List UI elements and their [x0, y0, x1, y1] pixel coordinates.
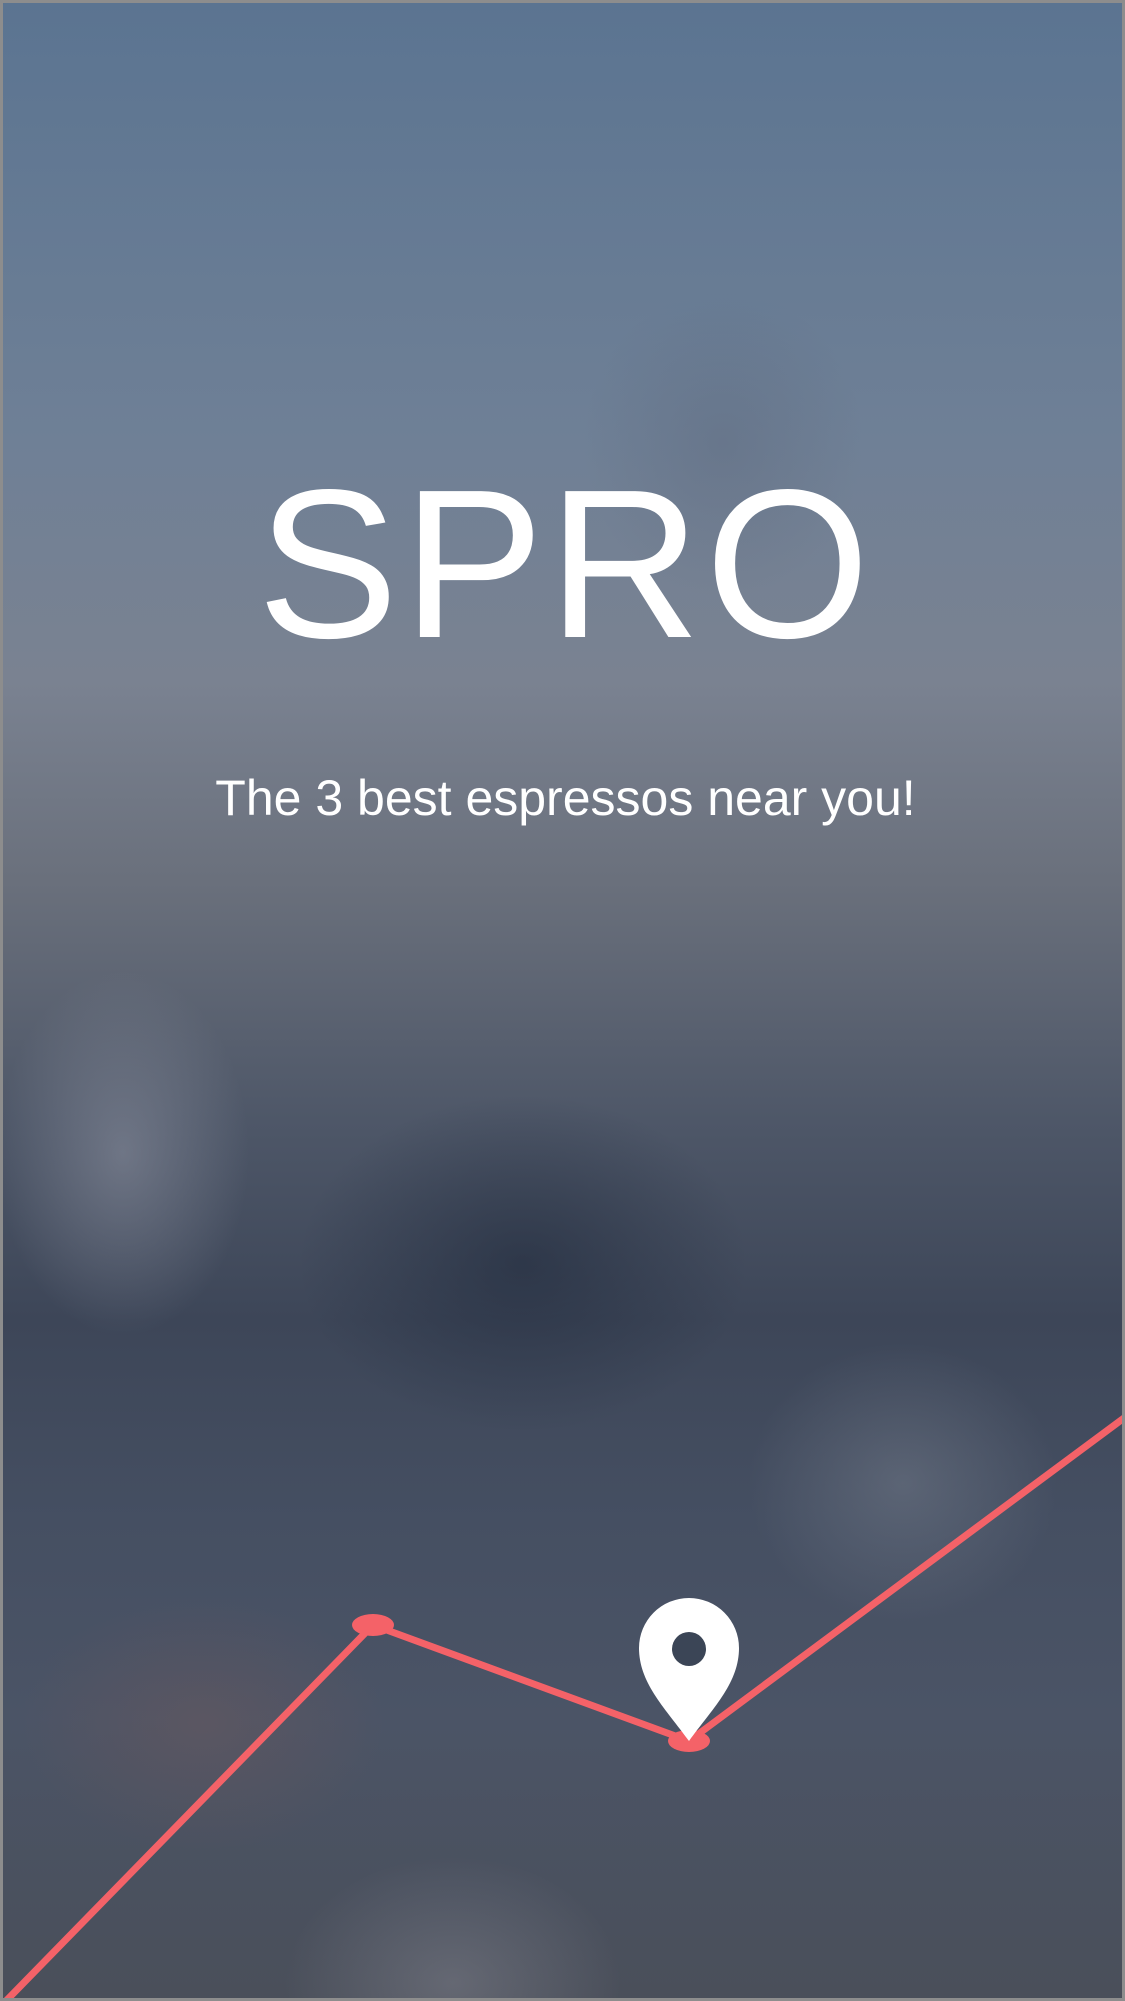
splash-screen: SPRO The 3 best espressos near you! [0, 0, 1125, 2001]
route-line [3, 1415, 1122, 1998]
route-illustration [3, 1415, 1122, 1998]
map-pin-icon [639, 1598, 739, 1741]
route-waypoint [352, 1614, 394, 1636]
